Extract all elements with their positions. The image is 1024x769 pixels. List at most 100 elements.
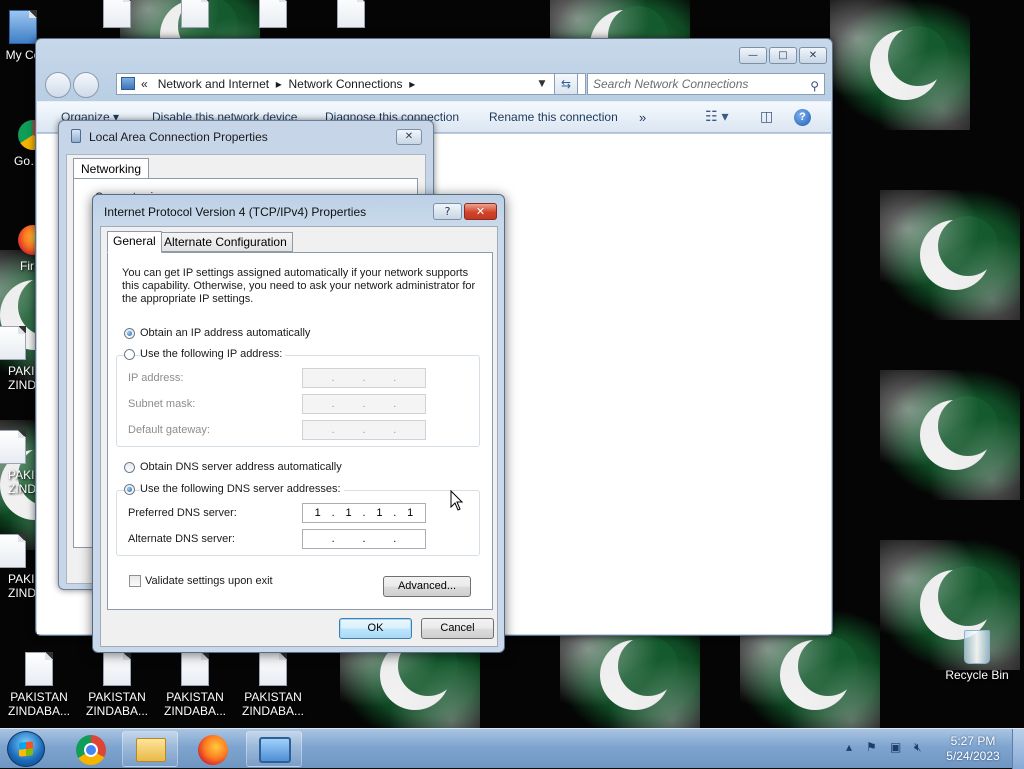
wallpaper-flag — [880, 190, 1020, 320]
dialog-title: Internet Protocol Version 4 (TCP/IPv4) P… — [104, 205, 367, 219]
close-button[interactable]: ✕ — [464, 203, 497, 220]
document-icon — [0, 430, 26, 464]
dialog-title: Local Area Connection Properties — [89, 130, 268, 144]
tab-general[interactable]: General — [107, 231, 162, 253]
document-icon — [103, 0, 131, 28]
close-button[interactable]: ✕ — [799, 47, 827, 64]
ip-auto-radio[interactable] — [124, 328, 135, 339]
wallpaper-flag — [830, 0, 970, 130]
advanced-button[interactable]: Advanced... — [383, 576, 471, 597]
taskbar-control-panel[interactable] — [246, 731, 302, 767]
dns-octet[interactable]: 1 — [370, 507, 388, 519]
ip-manual-radio[interactable] — [124, 349, 135, 360]
maximize-button[interactable]: □ — [769, 47, 797, 64]
taskbar-chrome[interactable] — [61, 731, 117, 767]
change-view-icon[interactable]: ☷ ▾ — [705, 108, 728, 125]
desktop-icon-document[interactable] — [314, 0, 388, 32]
default-gateway-field: ... — [302, 420, 426, 440]
search-placeholder: Search Network Connections — [593, 77, 749, 91]
desktop-icon-label: PAKISTAN — [166, 690, 224, 704]
dialog-body: General Alternate Configuration You can … — [100, 226, 498, 647]
breadcrumb-network-connections[interactable]: Network Connections — [288, 77, 402, 91]
document-icon — [0, 326, 26, 360]
breadcrumb-overflow[interactable]: « — [141, 77, 148, 91]
network-tray-icon[interactable]: ▣ — [890, 740, 901, 754]
ipv4-properties-dialog[interactable]: Internet Protocol Version 4 (TCP/IPv4) P… — [92, 194, 505, 653]
dns-manual-radio[interactable] — [124, 484, 135, 495]
volume-muted-icon[interactable]: 🔇︎ — [914, 740, 922, 755]
default-gateway-label: Default gateway: — [128, 424, 210, 436]
folder-icon — [136, 738, 166, 762]
alternate-dns-label: Alternate DNS server: — [128, 533, 235, 545]
alternate-dns-field[interactable]: ... — [302, 529, 426, 549]
ip-manual-label[interactable]: Use the following IP address: — [140, 348, 286, 360]
ok-button[interactable]: OK — [339, 618, 412, 639]
network-control-panel-icon — [259, 737, 291, 763]
document-icon — [181, 0, 209, 28]
help-icon[interactable]: ? — [794, 109, 811, 126]
desktop-icon-pakistan-zindabad[interactable]: PAKISTAN ZINDABA... — [2, 652, 76, 718]
dns-manual-label[interactable]: Use the following DNS server addresses: — [140, 483, 344, 495]
validate-settings-checkbox[interactable] — [129, 575, 141, 587]
dns-octet[interactable]: 1 — [309, 507, 327, 519]
desktop-icon-pakistan-zindabad[interactable]: PAKISTAN ZINDABA... — [236, 652, 310, 718]
more-commands-button[interactable]: » — [639, 110, 646, 125]
chrome-icon — [76, 735, 106, 765]
document-icon — [337, 0, 365, 28]
breadcrumb-separator[interactable]: ▸ — [276, 77, 282, 91]
system-clock[interactable]: 5:27 PM 5/24/2023 — [940, 734, 1006, 764]
taskbar-firefox[interactable] — [184, 731, 240, 767]
back-button[interactable] — [45, 72, 71, 98]
desktop-icon-label: Recycle Bin — [945, 668, 1009, 682]
computer-icon — [9, 10, 37, 44]
address-dropdown-icon[interactable]: ▼ — [534, 73, 550, 95]
help-button[interactable]: ? — [433, 203, 462, 220]
address-bar[interactable]: « Network and Internet ▸ Network Connect… — [116, 73, 586, 95]
desktop-icon-document[interactable] — [158, 0, 232, 32]
dns-auto-label[interactable]: Obtain DNS server address automatically — [140, 461, 342, 473]
dns-auto-radio[interactable] — [124, 462, 135, 473]
document-icon — [25, 652, 53, 686]
desktop-icon-recycle-bin[interactable]: Recycle Bin — [940, 630, 1014, 682]
desktop-icon-label: PAKISTAN — [244, 690, 302, 704]
close-button[interactable]: ✕ — [396, 129, 422, 145]
rename-connection-button[interactable]: Rename this connection — [489, 110, 618, 124]
validate-settings-label[interactable]: Validate settings upon exit — [145, 575, 273, 587]
show-hidden-icons-button[interactable]: ▴ — [846, 740, 852, 754]
start-button[interactable] — [7, 731, 45, 767]
tab-alternate-configuration[interactable]: Alternate Configuration — [158, 232, 293, 252]
tab-networking[interactable]: Networking — [73, 158, 150, 179]
document-icon — [103, 652, 131, 686]
document-icon — [259, 652, 287, 686]
ip-auto-label[interactable]: Obtain an IP address automatically — [140, 327, 310, 339]
minimize-button[interactable]: — — [739, 47, 767, 64]
cancel-button[interactable]: Cancel — [421, 618, 494, 639]
preferred-dns-field[interactable]: 1. 1. 1. 1 — [302, 503, 426, 523]
network-adapter-icon — [71, 129, 81, 143]
preferred-dns-label: Preferred DNS server: — [128, 507, 237, 519]
breadcrumb-separator[interactable]: ▸ — [409, 77, 415, 91]
dns-octet[interactable]: 1 — [401, 507, 419, 519]
search-input[interactable]: Search Network Connections ⚲ — [587, 73, 825, 95]
desktop-icon-label: ZINDABA... — [241, 704, 304, 718]
desktop-icon-label: ZINDABA... — [85, 704, 148, 718]
desktop-icon-document[interactable] — [80, 0, 154, 32]
show-desktop-button[interactable] — [1012, 729, 1024, 769]
desktop-icon-label: PAKISTAN — [10, 690, 68, 704]
subnet-mask-field: ... — [302, 394, 426, 414]
refresh-icon[interactable]: ⇆ — [554, 73, 578, 95]
dns-octet[interactable]: 1 — [340, 507, 358, 519]
desktop-icon-pakistan-zindabad[interactable]: PAKISTAN ZINDABA... — [80, 652, 154, 718]
desktop-icon-label: PAKISTAN — [88, 690, 146, 704]
preview-pane-icon[interactable]: ◫ — [760, 108, 773, 125]
document-icon — [181, 652, 209, 686]
action-center-flag-icon[interactable]: ⚑ — [866, 740, 877, 754]
breadcrumb-network-and-internet[interactable]: Network and Internet — [158, 77, 269, 91]
firefox-icon — [198, 735, 228, 765]
forward-button[interactable] — [73, 72, 99, 98]
taskbar-file-explorer[interactable] — [122, 731, 178, 767]
desktop-icon-document[interactable] — [236, 0, 310, 32]
search-icon[interactable]: ⚲ — [810, 76, 819, 96]
recycle-bin-icon — [964, 630, 990, 664]
desktop-icon-pakistan-zindabad[interactable]: PAKISTAN ZINDABA... — [158, 652, 232, 718]
